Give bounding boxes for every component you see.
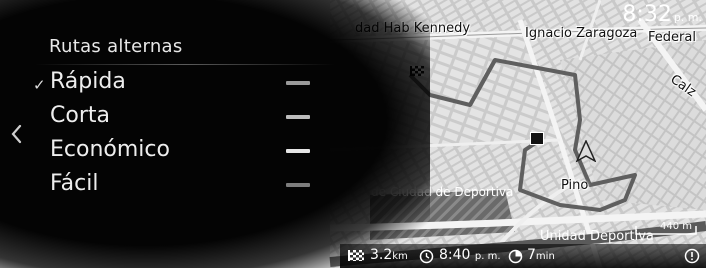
alert-icon[interactable] bbox=[684, 248, 700, 264]
route-label: Económico bbox=[50, 137, 170, 162]
checkered-flag-icon bbox=[348, 246, 364, 265]
clock-time: 8:32 bbox=[622, 2, 672, 27]
clock: 8:32 p. m. bbox=[622, 2, 702, 27]
remaining-distance: 3.2km bbox=[370, 247, 408, 263]
route-label: Fácil bbox=[50, 171, 99, 196]
duration-value: 7 bbox=[527, 247, 536, 263]
map-label-federal: Federal bbox=[648, 30, 696, 45]
route-option-rapida[interactable]: ✓ Rápida bbox=[33, 67, 333, 99]
arrival-time-value: 8:40 bbox=[439, 247, 471, 263]
route-label: Rápida bbox=[50, 69, 126, 94]
map-scale-label: 440 m bbox=[659, 221, 692, 232]
trip-duration: 7min bbox=[527, 247, 555, 263]
distance-unit: km bbox=[392, 251, 408, 262]
route-color-swatch bbox=[286, 149, 310, 153]
route-option-economico[interactable]: Económico bbox=[33, 135, 333, 167]
navigation-screen: dad Hab Kennedy Ignacio Zaragoza Federal… bbox=[0, 0, 706, 268]
alternate-routes-panel: Rutas alternas ✓ Rápida Corta Económico … bbox=[0, 0, 430, 268]
trip-info-bar: 3.2km 8:40 p. m. 7min bbox=[340, 244, 706, 268]
route-option-corta[interactable]: Corta bbox=[33, 101, 333, 133]
distance-value: 3.2 bbox=[370, 247, 393, 263]
clock-ampm: p. m. bbox=[673, 11, 702, 24]
route-color-swatch bbox=[286, 115, 310, 119]
map-scale: 440 m bbox=[634, 221, 698, 236]
route-option-facil[interactable]: Fácil bbox=[33, 169, 333, 201]
route-color-swatch bbox=[286, 81, 310, 85]
chevron-left-icon[interactable] bbox=[9, 123, 23, 145]
map-label-ignacio-zaragoza: Ignacio Zaragoza bbox=[525, 26, 638, 41]
selection-divider bbox=[35, 64, 335, 65]
route-color-swatch bbox=[286, 183, 310, 187]
panel-title: Rutas alternas bbox=[49, 36, 183, 57]
waypoint-flag-icon bbox=[530, 132, 544, 145]
arrival-ampm: p. m. bbox=[474, 251, 501, 262]
arrival-time: 8:40 p. m. bbox=[439, 247, 501, 263]
clock-icon bbox=[419, 249, 434, 264]
duration-unit: min bbox=[535, 251, 555, 262]
current-position-arrow-icon bbox=[576, 140, 596, 162]
map-label-pino: Pino bbox=[561, 178, 589, 193]
duration-icon bbox=[508, 249, 523, 264]
route-label: Corta bbox=[50, 103, 110, 128]
check-icon: ✓ bbox=[33, 76, 46, 94]
